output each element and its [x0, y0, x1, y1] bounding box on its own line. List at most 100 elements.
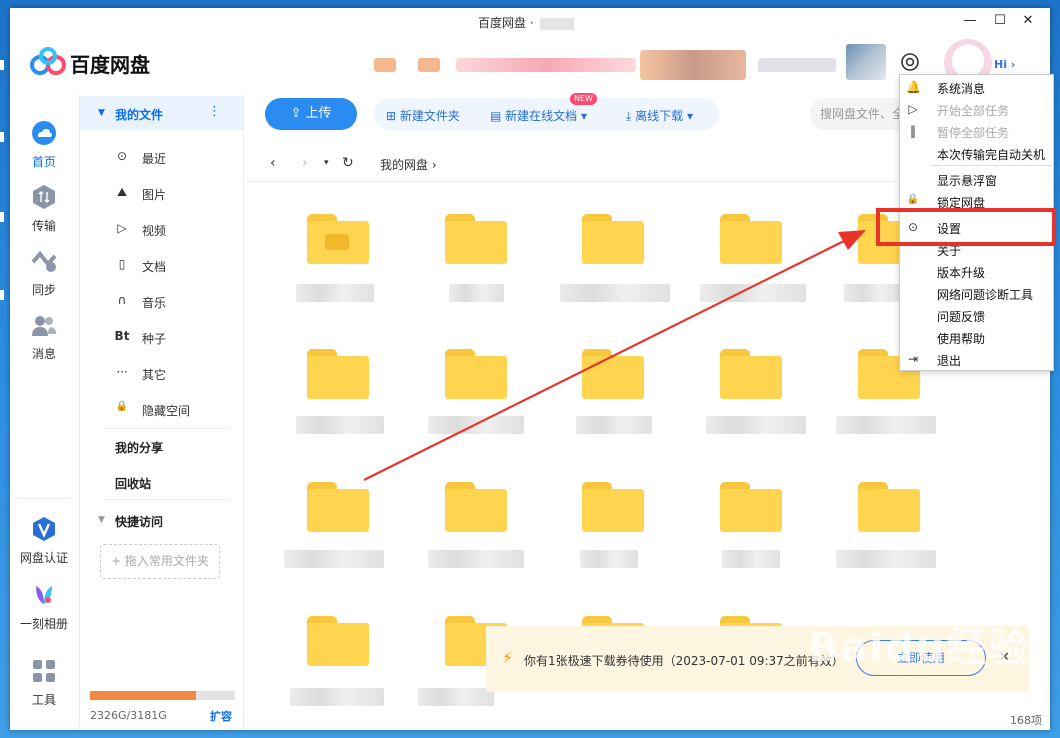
forward-arrow-icon[interactable]: › — [302, 155, 308, 171]
new-online-doc-button[interactable]: ▤ 新建在线文档 ▾ — [490, 107, 587, 124]
blurred-info — [418, 58, 440, 72]
sidebar-item-other[interactable]: ··· 其它 — [114, 363, 224, 385]
blurred-info — [374, 58, 396, 72]
upload-button[interactable]: ⇪ 上传 — [265, 98, 357, 130]
desktop-edge — [0, 132, 4, 142]
quick-access-drop-zone[interactable]: + 拖入常用文件夹 — [100, 544, 220, 579]
pause-icon: ‖ — [910, 124, 916, 138]
menu-item-start-all[interactable]: 开始全部任务 — [937, 102, 1055, 119]
folder-icon[interactable] — [445, 482, 507, 532]
nav-tools-label: 工具 — [31, 693, 56, 707]
album-icon — [36, 586, 52, 604]
folder-icon[interactable] — [582, 214, 644, 264]
new-folder-button[interactable]: ⊞ 新建文件夹 — [386, 107, 460, 124]
folder-icon[interactable] — [582, 482, 644, 532]
sidebar-item-music[interactable]: ∩ 音乐 — [114, 291, 224, 313]
nav-album[interactable]: 一刻相册 — [10, 582, 78, 632]
document-icon: ▯ — [118, 257, 126, 271]
sidebar-my-files[interactable]: ▼ 我的文件 ⋮ — [80, 96, 243, 130]
history-dropdown-icon[interactable]: ▾ — [324, 158, 329, 168]
brand-name: 百度网盘 — [70, 53, 150, 77]
sidebar-item-label: 文档 — [142, 260, 167, 274]
close-window-button[interactable]: ✕ — [1018, 12, 1038, 30]
folder-icon[interactable] — [307, 214, 369, 264]
play-icon: ▷ — [117, 221, 127, 235]
collapse-caret-icon[interactable]: ▼ — [98, 108, 105, 118]
folder-icon[interactable] — [445, 214, 507, 264]
folder-icon[interactable] — [720, 214, 782, 264]
sidebar-recycle-bin[interactable]: 回收站 — [115, 475, 151, 492]
window-title-text: 百度网盘 · — [478, 16, 534, 30]
play-icon: ▷ — [908, 102, 918, 116]
doc-plus-icon: ▤ — [490, 109, 506, 123]
nav-transfer[interactable]: 传输 — [10, 184, 78, 234]
expand-storage-link[interactable]: 扩容 — [210, 708, 232, 724]
lock-icon: 🔒 — [906, 194, 920, 205]
file-sidebar: ▼ 我的文件 ⋮ ⊙ 最近 ⛰ 图片 ▷ 视频 ▯ 文档 ∩ 音乐 Bt 种子 ··· 其它 … — [80, 94, 244, 730]
maximize-button[interactable]: ☐ — [990, 12, 1010, 30]
menu-item-system-messages[interactable]: 系统消息 — [937, 80, 1055, 97]
folder-icon[interactable] — [582, 349, 644, 399]
nav-sync[interactable]: 同步 — [10, 248, 78, 298]
bt-icon: Bt — [114, 329, 130, 343]
blurred-avatar-area — [846, 44, 886, 80]
blurred-folder-name — [560, 284, 670, 302]
minimize-button[interactable]: — — [960, 12, 980, 30]
nav-verify[interactable]: 网盘认证 — [10, 516, 78, 566]
storage-quota-text: 2326G/3181G — [90, 709, 167, 722]
nav-home[interactable]: 首页 — [10, 120, 78, 170]
blurred-folder-name — [428, 416, 524, 434]
menu-item-auto-shutdown[interactable]: 本次传输完自动关机 — [937, 146, 1055, 163]
menu-item-feedback[interactable]: 问题反馈 — [937, 308, 1055, 325]
refresh-icon[interactable]: ↻ — [342, 155, 354, 171]
sidebar-item-images[interactable]: ⛰ 图片 — [114, 183, 224, 205]
menu-item-pause-all[interactable]: 暂停全部任务 — [937, 124, 1055, 141]
folder-icon[interactable] — [307, 616, 369, 666]
menu-item-upgrade[interactable]: 版本升级 — [937, 264, 1055, 281]
folder-icon[interactable] — [307, 482, 369, 532]
nav-message[interactable]: 消息 — [10, 312, 78, 362]
lightning-icon: ⚡ — [502, 648, 514, 667]
sidebar-item-videos[interactable]: ▷ 视频 — [114, 219, 224, 241]
sync-icon — [31, 250, 57, 272]
new-badge: NEW — [570, 93, 597, 105]
menu-item-exit[interactable]: 退出 — [937, 352, 1055, 369]
briefcase-icon — [325, 234, 349, 250]
folder-icon[interactable] — [720, 349, 782, 399]
headphones-icon: ∩ — [117, 293, 127, 307]
sidebar-my-files-label: 我的文件 — [115, 108, 164, 122]
sidebar-item-torrents[interactable]: Bt 种子 — [114, 327, 224, 349]
more-options-icon[interactable]: ⋮ — [208, 104, 221, 119]
sidebar-my-share[interactable]: 我的分享 — [115, 439, 163, 456]
quick-access-caret-icon[interactable]: ▼ — [98, 515, 105, 525]
blurred-folder-name — [576, 416, 652, 434]
nav-message-label: 消息 — [31, 347, 56, 361]
folder-icon[interactable] — [307, 349, 369, 399]
item-count: 168项 — [1010, 714, 1042, 727]
new-online-doc-label: 新建在线文档 — [505, 109, 578, 123]
folder-icon[interactable] — [720, 482, 782, 532]
blurred-folder-name — [706, 416, 806, 434]
greeting-link[interactable]: Hi › — [994, 58, 1015, 71]
sidebar-item-recent[interactable]: ⊙ 最近 — [114, 147, 224, 169]
blurred-folder-name — [290, 688, 384, 706]
menu-item-network-diagnosis[interactable]: 网络问题诊断工具 — [937, 286, 1055, 303]
settings-gear-icon[interactable] — [899, 51, 921, 73]
sidebar-item-documents[interactable]: ▯ 文档 — [114, 255, 224, 277]
breadcrumb-root[interactable]: 我的网盘 — [380, 158, 428, 172]
offline-download-label: 离线下载 — [635, 109, 684, 123]
sidebar-quick-access[interactable]: 快捷访问 — [115, 513, 163, 530]
sidebar-item-label: 音乐 — [142, 296, 167, 310]
folder-icon[interactable] — [858, 482, 920, 532]
blurred-folder-name — [284, 550, 384, 568]
back-arrow-icon[interactable]: ‹ — [270, 155, 276, 171]
folder-icon[interactable] — [445, 349, 507, 399]
baidu-watermark-url: jingyan.baidu.com — [816, 690, 964, 709]
sidebar-item-hidden-space[interactable]: 🔒 隐藏空间 — [114, 399, 224, 421]
offline-download-button[interactable]: ⤓ 离线下载 ▾ — [626, 107, 693, 124]
nav-tools[interactable]: 工具 — [10, 658, 78, 708]
breadcrumb[interactable]: 我的网盘 › — [380, 156, 437, 173]
notice-message: 你有1张极速下载券待使用（2023-07-01 09:37之前有效） — [524, 654, 844, 668]
menu-item-floating-window[interactable]: 显示悬浮窗 — [937, 172, 1055, 189]
menu-item-help[interactable]: 使用帮助 — [937, 330, 1055, 347]
